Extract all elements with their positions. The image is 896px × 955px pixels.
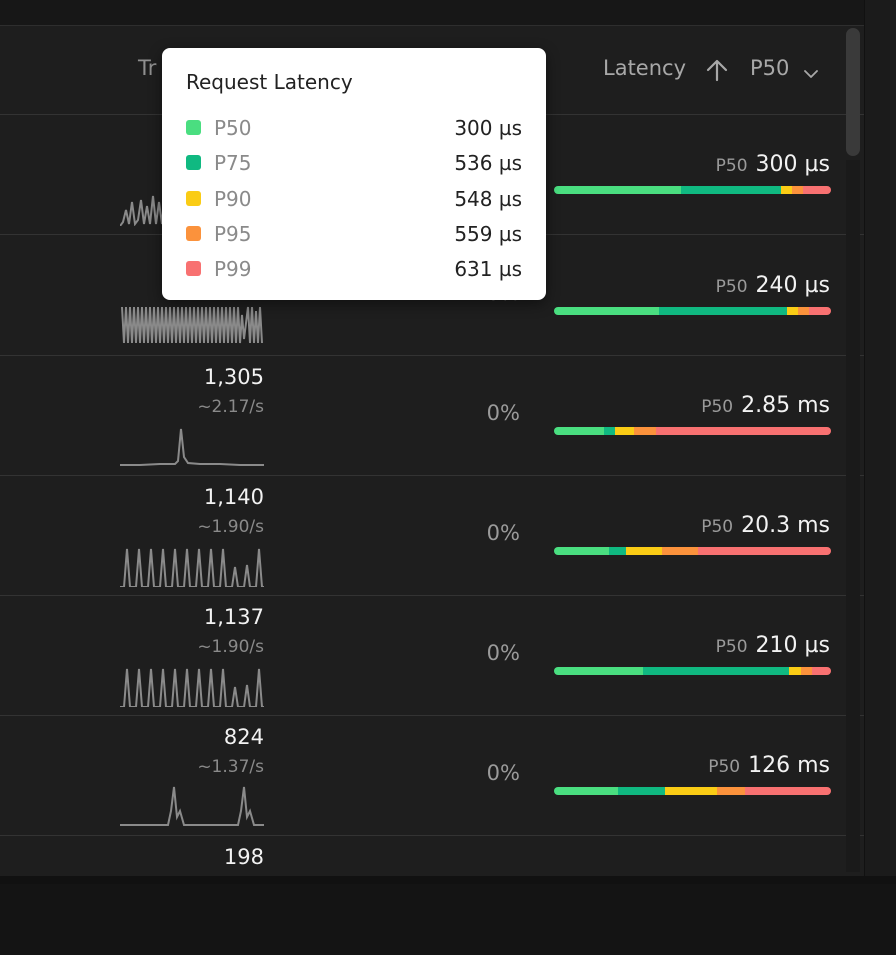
traffic-column-header[interactable]: Tr bbox=[138, 56, 156, 80]
latency-segment-p90 bbox=[626, 547, 662, 555]
latency-value: P50 126 ms bbox=[708, 753, 830, 778]
traffic-sparkline bbox=[120, 548, 264, 587]
latency-segment-p95 bbox=[662, 547, 698, 555]
scrollbar-track[interactable] bbox=[846, 160, 860, 872]
chevron-down-icon[interactable] bbox=[804, 64, 818, 83]
latency-segment-p95 bbox=[634, 427, 657, 435]
latency-segment-p90 bbox=[789, 667, 801, 675]
bottom-edge bbox=[0, 876, 896, 884]
error-rate: 0% bbox=[486, 641, 520, 665]
tooltip-title: Request Latency bbox=[186, 70, 353, 94]
latency-segment-p99 bbox=[803, 186, 831, 194]
latency-segment-p95 bbox=[797, 307, 809, 315]
latency-value: P50 300 µs bbox=[715, 152, 830, 177]
latency-percentile-label: P50 bbox=[701, 397, 734, 417]
traffic-sparkline bbox=[120, 786, 264, 826]
latency-segment-p75 bbox=[603, 427, 615, 435]
tooltip-item-p75: P75 536 µs bbox=[186, 151, 522, 175]
request-count: 1,137 bbox=[203, 605, 264, 629]
request-count: 1,140 bbox=[203, 485, 264, 509]
table-row[interactable]: 824 ~1.37/s 0% P50 126 ms bbox=[0, 715, 864, 836]
latency-distribution-bar[interactable] bbox=[554, 787, 831, 795]
error-rate: 0% bbox=[486, 521, 520, 545]
latency-segment-p90 bbox=[786, 307, 798, 315]
latency-segment-p75 bbox=[681, 186, 782, 194]
latency-segment-p99 bbox=[656, 427, 831, 435]
latency-segment-p99 bbox=[808, 307, 831, 315]
percentile-select[interactable]: P50 bbox=[750, 56, 789, 80]
p99-legend-swatch bbox=[186, 261, 201, 276]
table-row[interactable]: 1,140 ~1.90/s 0% P50 20.3 ms bbox=[0, 475, 864, 596]
latency-value: P50 20.3 ms bbox=[701, 513, 830, 538]
request-rate: ~1.37/s bbox=[197, 757, 264, 777]
scrollbar-thumb[interactable] bbox=[846, 28, 860, 156]
latency-segment-p90 bbox=[664, 787, 718, 795]
tooltip-item-p50: P50 300 µs bbox=[186, 116, 522, 140]
request-rate: ~1.90/s bbox=[197, 517, 264, 537]
latency-segment-p75 bbox=[642, 667, 790, 675]
latency-segment-p50 bbox=[554, 186, 682, 194]
error-rate: 0% bbox=[486, 401, 520, 425]
latency-segment-p99 bbox=[811, 667, 831, 675]
tooltip-item-p90: P90 548 µs bbox=[186, 187, 522, 211]
table-row[interactable]: 198 bbox=[0, 835, 864, 955]
latency-segment-p95 bbox=[717, 787, 746, 795]
latency-column-header[interactable]: Latency bbox=[603, 56, 686, 80]
latency-segment-p99 bbox=[745, 787, 831, 795]
p90-legend-swatch bbox=[186, 191, 201, 206]
latency-percentile-label: P50 bbox=[715, 637, 748, 657]
latency-segment-p95 bbox=[792, 186, 804, 194]
latency-segment-p50 bbox=[554, 307, 660, 315]
traffic-sparkline bbox=[120, 428, 264, 466]
request-rate: ~1.90/s bbox=[197, 637, 264, 657]
latency-segment-p75 bbox=[659, 307, 787, 315]
latency-distribution-bar[interactable] bbox=[554, 547, 831, 555]
latency-segment-p99 bbox=[698, 547, 831, 555]
p95-legend-swatch bbox=[186, 226, 201, 241]
top-bar bbox=[0, 0, 864, 26]
latency-percentile-label: P50 bbox=[708, 757, 741, 777]
traffic-sparkline bbox=[120, 668, 264, 707]
latency-segment-p95 bbox=[800, 667, 812, 675]
request-rate: ~2.17/s bbox=[197, 397, 264, 417]
latency-value: P50 240 µs bbox=[715, 273, 830, 298]
request-count: 198 bbox=[223, 845, 264, 869]
latency-distribution-bar[interactable] bbox=[554, 667, 831, 675]
arrow-up-icon[interactable] bbox=[704, 58, 730, 88]
latency-segment-p50 bbox=[554, 427, 604, 435]
tooltip-item-p95: P95 559 µs bbox=[186, 222, 522, 246]
latency-percentile-label: P50 bbox=[715, 277, 748, 297]
latency-segment-p50 bbox=[554, 547, 610, 555]
table-row[interactable]: 1,305 ~2.17/s 0% P50 2.85 ms bbox=[0, 355, 864, 476]
right-gutter bbox=[864, 0, 896, 884]
latency-percentile-label: P50 bbox=[701, 517, 734, 537]
request-count: 1,305 bbox=[203, 365, 264, 389]
latency-distribution-bar[interactable] bbox=[554, 307, 831, 315]
table-row[interactable]: 1,137 ~1.90/s 0% P50 210 µs bbox=[0, 595, 864, 716]
latency-percentile-label: P50 bbox=[715, 156, 748, 176]
p75-legend-swatch bbox=[186, 155, 201, 170]
tooltip-item-p99: P99 631 µs bbox=[186, 257, 522, 281]
latency-distribution-bar[interactable] bbox=[554, 186, 831, 194]
latency-segment-p50 bbox=[554, 787, 618, 795]
latency-value: P50 210 µs bbox=[715, 633, 830, 658]
latency-value: P50 2.85 ms bbox=[701, 393, 830, 418]
latency-segment-p75 bbox=[617, 787, 665, 795]
latency-distribution-bar[interactable] bbox=[554, 427, 831, 435]
request-count: 824 bbox=[223, 725, 264, 749]
latency-segment-p50 bbox=[554, 667, 643, 675]
latency-segment-p90 bbox=[614, 427, 635, 435]
latency-segment-p90 bbox=[781, 186, 793, 194]
latency-tooltip: Request Latency P50 300 µs P75 536 µs P9… bbox=[162, 48, 546, 300]
latency-segment-p75 bbox=[609, 547, 626, 555]
traffic-sparkline bbox=[121, 306, 263, 344]
error-rate: 0% bbox=[486, 761, 520, 785]
p50-legend-swatch bbox=[186, 120, 201, 135]
